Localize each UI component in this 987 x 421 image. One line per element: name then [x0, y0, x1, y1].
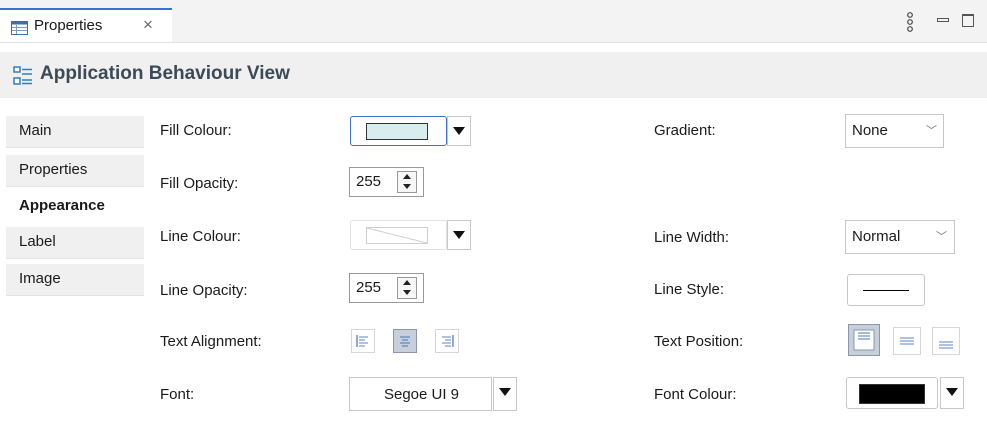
- font-colour-dropdown[interactable]: [940, 377, 964, 409]
- font-button[interactable]: Segoe UI 9: [349, 377, 492, 411]
- fill-opacity-spinner[interactable]: 255: [349, 167, 424, 197]
- fill-colour-dropdown[interactable]: [447, 116, 471, 146]
- sidebar-item-label: Properties: [19, 161, 88, 178]
- sidebar-item-label: Image: [19, 270, 61, 287]
- line-colour-label: Line Colour:: [160, 228, 241, 245]
- align-center-icon: [400, 336, 410, 347]
- align-left-icon: [356, 335, 368, 347]
- solid-line-icon: [863, 290, 909, 291]
- line-opacity-value: 255: [356, 279, 382, 296]
- chevron-down-icon: ﹀: [926, 125, 937, 137]
- gradient-select[interactable]: None ﹀: [845, 114, 944, 148]
- properties-table-icon: [11, 21, 28, 39]
- spin-up-icon[interactable]: [403, 280, 411, 285]
- gradient-label: Gradient:: [654, 122, 716, 139]
- fill-colour-button[interactable]: [350, 116, 447, 146]
- gradient-value: None: [852, 122, 888, 139]
- tab-label: Properties: [34, 17, 103, 34]
- line-width-label: Line Width:: [654, 229, 730, 246]
- page-title: Application Behaviour View: [40, 63, 290, 84]
- close-icon[interactable]: ×: [143, 15, 153, 35]
- spin-down-icon[interactable]: [403, 290, 411, 295]
- line-style-button[interactable]: [847, 274, 925, 306]
- spin-up-icon[interactable]: [403, 174, 411, 179]
- line-colour-swatch: [366, 227, 428, 244]
- line-width-select[interactable]: Normal ﹀: [845, 220, 955, 254]
- font-value: Segoe UI 9: [383, 386, 460, 403]
- font-label: Font:: [160, 386, 195, 403]
- line-width-value: Normal: [852, 228, 901, 245]
- fill-colour-label: Fill Colour:: [160, 122, 232, 139]
- minimize-icon[interactable]: [937, 18, 949, 22]
- position-middle-icon: [900, 337, 914, 345]
- line-colour-dropdown[interactable]: [447, 220, 471, 250]
- align-right-icon: [442, 335, 454, 347]
- spinner-buttons[interactable]: [397, 171, 417, 193]
- spinner-buttons[interactable]: [397, 277, 417, 299]
- tab-properties[interactable]: Properties ×: [0, 8, 172, 42]
- sidebar-item-label[interactable]: Label: [6, 227, 144, 259]
- align-left-button[interactable]: [351, 329, 375, 353]
- font-colour-label: Font Colour:: [654, 386, 737, 403]
- hierarchy-icon: [13, 66, 33, 90]
- sidebar-item-properties[interactable]: Properties: [6, 155, 144, 187]
- sidebar-item-label: Main: [19, 122, 52, 139]
- fill-colour-swatch: [366, 123, 428, 140]
- sidebar-item-label-text: Label: [19, 233, 56, 250]
- tab-bar: Properties ×: [0, 0, 987, 43]
- position-top-icon: [853, 329, 875, 351]
- fill-opacity-value: 255: [356, 173, 382, 190]
- chevron-down-icon: ﹀: [936, 231, 947, 243]
- view-header: Application Behaviour View: [0, 52, 987, 98]
- line-style-label: Line Style:: [654, 281, 725, 298]
- maximize-icon[interactable]: [962, 14, 974, 27]
- view-menu-icon[interactable]: [906, 12, 914, 36]
- position-bottom-icon: [939, 341, 953, 349]
- line-opacity-label: Line Opacity:: [160, 282, 248, 299]
- text-alignment-label: Text Alignment:: [160, 333, 262, 350]
- text-position-middle-button[interactable]: [893, 327, 921, 355]
- spin-down-icon[interactable]: [403, 184, 411, 189]
- sidebar-item-appearance[interactable]: Appearance: [6, 191, 144, 223]
- line-colour-button[interactable]: [350, 220, 447, 250]
- font-colour-swatch: [859, 384, 925, 404]
- fill-opacity-label: Fill Opacity:: [160, 175, 239, 192]
- sidebar-item-label: Appearance: [19, 197, 105, 214]
- font-colour-button[interactable]: [846, 377, 938, 409]
- text-position-top-button[interactable]: [848, 324, 880, 356]
- sidebar-item-image[interactable]: Image: [6, 264, 144, 296]
- align-center-button[interactable]: [393, 329, 417, 353]
- text-position-bottom-button[interactable]: [932, 327, 960, 355]
- sidebar-item-main[interactable]: Main: [6, 116, 144, 148]
- font-dropdown[interactable]: [493, 377, 517, 411]
- line-opacity-spinner[interactable]: 255: [349, 273, 424, 303]
- align-right-button[interactable]: [435, 329, 459, 353]
- text-position-label: Text Position:: [654, 333, 744, 350]
